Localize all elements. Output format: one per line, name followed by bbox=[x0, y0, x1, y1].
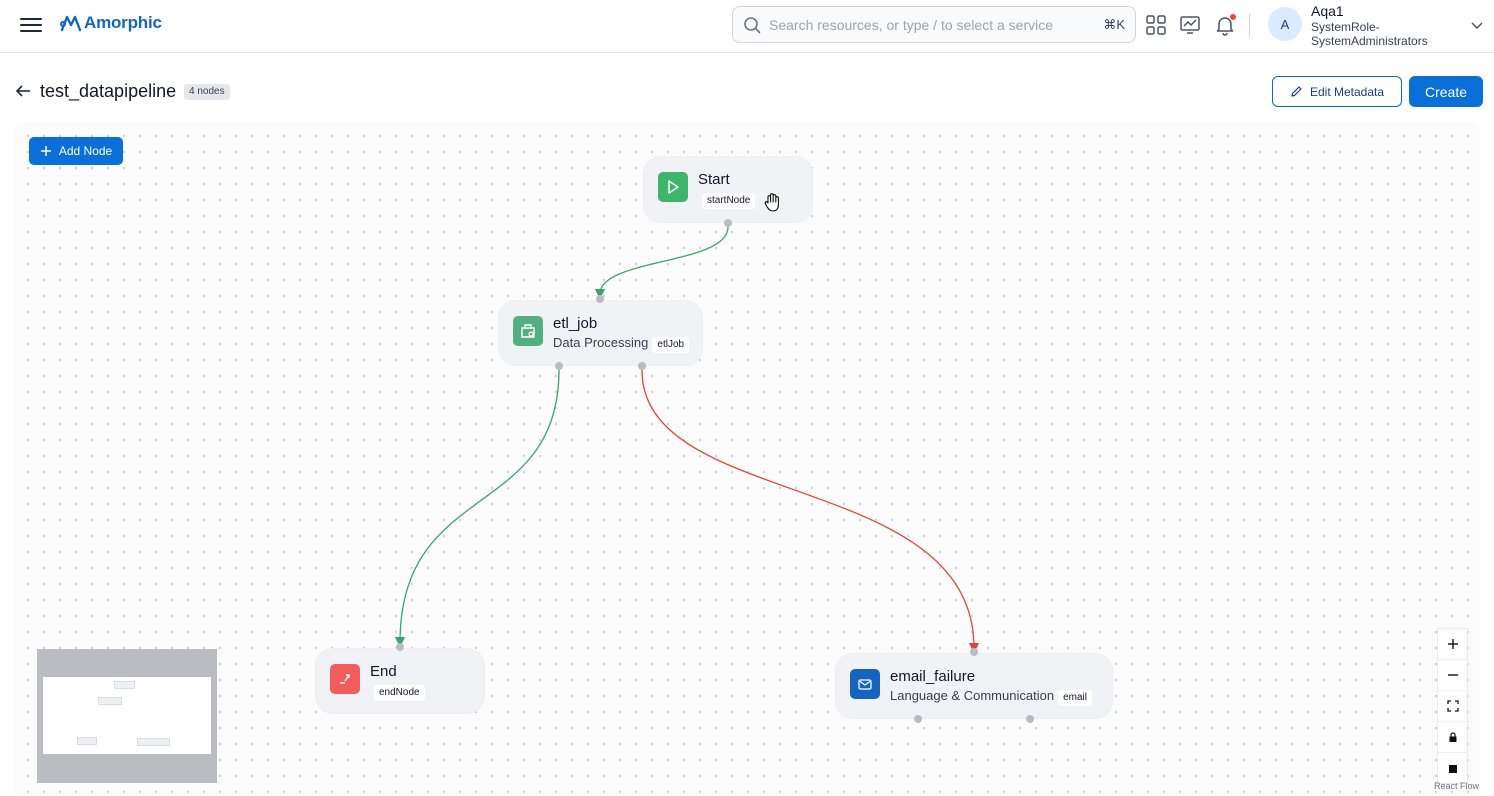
email-source-handle-1[interactable] bbox=[914, 715, 922, 723]
user-role: SystemRole-SystemAdministrators bbox=[1311, 20, 1428, 48]
etl-success-handle[interactable] bbox=[555, 362, 563, 370]
node-subtitle: startNode bbox=[698, 191, 756, 209]
search-input[interactable] bbox=[769, 16, 1104, 33]
node-title: End bbox=[370, 663, 397, 680]
apps-grid-icon[interactable] bbox=[1145, 14, 1167, 36]
chevron-down-icon[interactable] bbox=[1470, 18, 1484, 32]
flow-controls bbox=[1437, 628, 1468, 784]
avatar[interactable]: A bbox=[1268, 7, 1302, 41]
amorphic-logo-icon bbox=[60, 15, 82, 32]
minimap-node bbox=[114, 681, 135, 689]
menu-icon[interactable] bbox=[20, 14, 42, 36]
flow-canvas[interactable] bbox=[14, 122, 1480, 796]
etl-failure-handle[interactable] bbox=[638, 362, 646, 370]
etl-icon bbox=[513, 316, 543, 346]
search-bar[interactable]: ⌘K bbox=[732, 6, 1136, 43]
create-button[interactable]: Create bbox=[1409, 76, 1483, 107]
node-type-chip: endNode bbox=[374, 685, 425, 701]
node-type-chip: email bbox=[1058, 690, 1092, 706]
play-icon bbox=[658, 172, 688, 202]
logo[interactable]: Amorphic bbox=[60, 12, 162, 34]
page-title: test_datapipeline bbox=[40, 81, 177, 101]
top-bar: Amorphic ⌘K A Aqa1 SystemRole-SystemAdmi… bbox=[0, 0, 1494, 53]
node-category: Data Processing bbox=[553, 335, 649, 350]
pencil-icon bbox=[1291, 86, 1302, 97]
plus-icon bbox=[40, 146, 51, 156]
node-title: Start bbox=[698, 171, 730, 188]
add-node-label: Add Node bbox=[58, 144, 113, 158]
react-flow-attribution[interactable]: React Flow bbox=[1434, 781, 1479, 791]
minimap-node bbox=[98, 697, 122, 705]
node-type-chip: startNode bbox=[702, 193, 756, 209]
start-source-handle[interactable] bbox=[724, 219, 732, 227]
mail-icon bbox=[850, 669, 880, 699]
search-shortcut: ⌘K bbox=[1103, 16, 1125, 32]
search-icon bbox=[744, 16, 761, 33]
lock-icon[interactable] bbox=[1438, 722, 1467, 753]
notification-dot bbox=[1230, 14, 1236, 20]
node-email-failure[interactable]: email_failure Language & Communication em… bbox=[835, 653, 1113, 719]
node-type-chip: etlJob bbox=[652, 337, 690, 353]
email-source-handle-2[interactable] bbox=[1026, 715, 1034, 723]
zoom-in-icon[interactable] bbox=[1438, 629, 1467, 660]
node-category: Language & Communication bbox=[890, 688, 1055, 703]
node-title: email_failure bbox=[890, 668, 976, 685]
user-name: Aqa1 bbox=[1311, 3, 1344, 19]
node-etl-job[interactable]: etl_job Data Processing etlJob bbox=[498, 300, 703, 366]
node-subtitle: Language & Communication email bbox=[890, 688, 1092, 706]
grab-cursor-icon bbox=[764, 193, 779, 212]
brand-name: Amorphic bbox=[84, 13, 162, 32]
node-end[interactable]: End endNode bbox=[315, 648, 485, 714]
node-subtitle: endNode bbox=[370, 683, 425, 701]
exit-icon bbox=[330, 664, 360, 694]
minimap[interactable] bbox=[37, 649, 217, 783]
monitor-chart-icon[interactable] bbox=[1179, 14, 1201, 36]
notifications-button[interactable] bbox=[1214, 14, 1236, 36]
minimap-node bbox=[137, 738, 170, 746]
etl-target-handle[interactable] bbox=[596, 295, 604, 303]
square-icon[interactable] bbox=[1438, 753, 1467, 784]
minimap-viewport bbox=[43, 677, 211, 754]
node-title: etl_job bbox=[553, 315, 598, 332]
divider bbox=[1249, 13, 1250, 37]
zoom-out-icon[interactable] bbox=[1438, 660, 1467, 691]
add-node-button[interactable]: Add Node bbox=[29, 137, 123, 165]
back-arrow-icon[interactable] bbox=[14, 82, 32, 100]
email-target-handle[interactable] bbox=[970, 648, 978, 656]
node-count-badge: 4 nodes bbox=[184, 84, 230, 100]
edit-metadata-label: Edit Metadata bbox=[1309, 84, 1385, 99]
fit-view-icon[interactable] bbox=[1438, 691, 1467, 722]
end-target-handle[interactable] bbox=[396, 643, 404, 651]
minimap-node bbox=[77, 737, 97, 745]
edit-metadata-button[interactable]: Edit Metadata bbox=[1272, 76, 1402, 107]
node-start[interactable]: Start startNode bbox=[643, 156, 813, 223]
node-subtitle: Data Processing etlJob bbox=[553, 335, 690, 353]
user-info[interactable]: Aqa1 SystemRole-SystemAdministrators bbox=[1311, 4, 1451, 48]
